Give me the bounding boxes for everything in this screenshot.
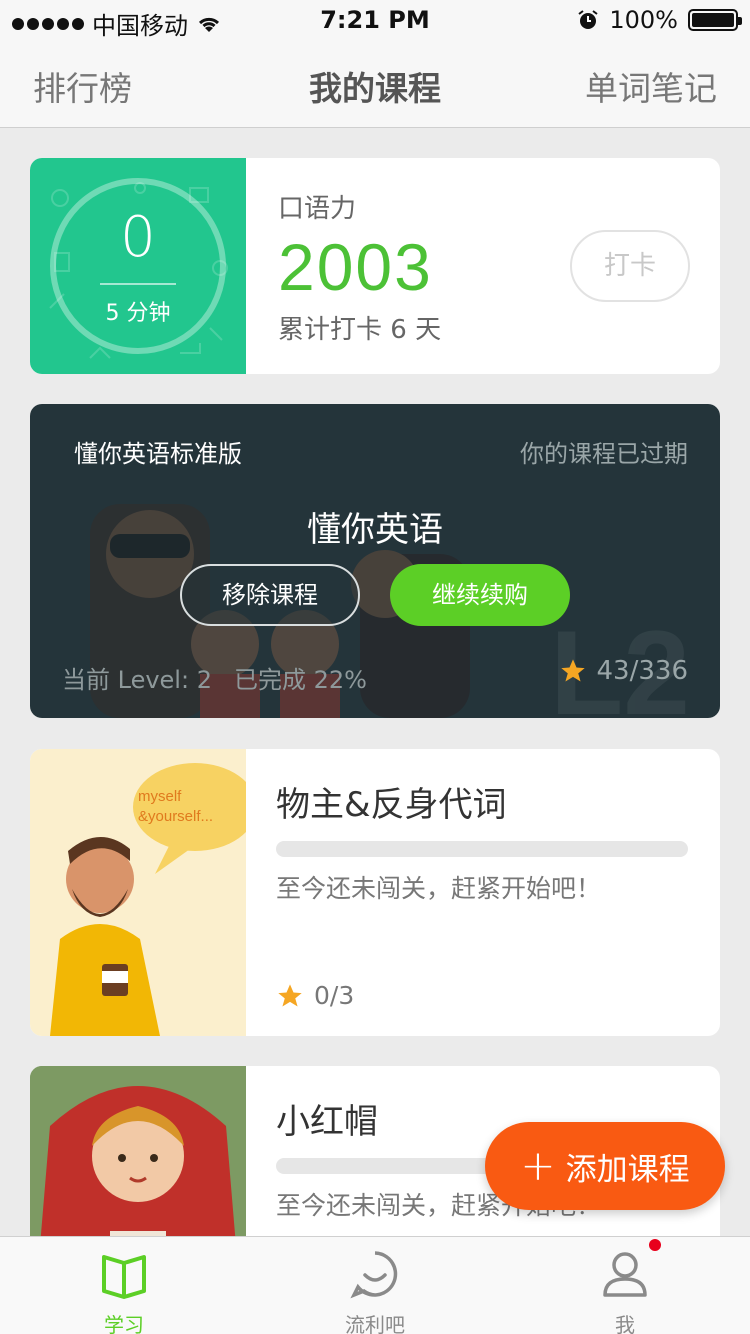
status-bar: 中国移动 7:21 PM 100% [0,0,750,40]
course-title: 懂你英语 [307,510,443,550]
bottom-tab-bar: 学习 流利吧 我 [0,1236,750,1334]
top-nav: 排行榜 我的课程 单词笔记 [0,40,750,128]
completed-percent: 已完成 22% [233,666,367,694]
book-icon [102,1255,146,1299]
ring-divider [100,283,176,285]
tab-word-notes[interactable]: 单词笔记 [585,62,717,110]
course-title: 物主&反身代词 [276,785,507,825]
tab-fluent-bar-label: 流利吧 [345,1313,405,1334]
tab-me-label: 我 [615,1313,635,1334]
renew-course-button[interactable]: 继续续购 [390,564,570,626]
speaking-score-label: 口语力 [278,194,357,224]
speaking-score-info: 口语力 2003 累计打卡 6 天 [278,188,441,346]
plus-icon: + [520,1141,556,1190]
star-count: 43/336 [559,656,688,686]
star-icon [278,983,302,1006]
add-course-label: 添加课程 [565,1151,690,1188]
course-edition: 懂你英语标准版 [74,440,242,468]
tab-study-label: 学习 [104,1313,144,1334]
speech-bubble-line-2: &yourself... [138,808,213,825]
course-star-count: 0/3 [276,981,354,1010]
course-star-value: 0/3 [314,981,355,1010]
add-course-button[interactable]: + 添加课程 [485,1122,725,1210]
status-right: 100% [577,6,742,34]
course-thumbnail: myself &yourself... [30,749,257,1036]
course-card[interactable]: myself &yourself... 物主&反身代词 至今还未闯关，赶紧开始吧… [30,749,720,1036]
checkin-days: 累计打卡 6 天 [278,315,442,345]
daily-minutes-value: 0 [120,205,156,270]
course-title: 小红帽 [276,1102,378,1142]
smile-chat-icon [350,1251,398,1299]
tab-fluent-bar[interactable]: 流利吧 [295,1237,455,1334]
course-progress-bar [276,841,688,857]
star-icon [560,659,585,682]
star-count-value: 43/336 [596,656,688,686]
bearded-man-illustration: myself &yourself... [50,763,257,1036]
remove-course-button[interactable]: 移除课程 [180,564,360,626]
battery-icon [688,9,742,31]
daily-goal-label: 5 分钟 [105,301,171,326]
expired-notice: 你的课程已过期 [520,440,688,468]
checkin-button[interactable]: 打卡 [570,230,690,302]
current-level: 当前 Level: 2 [62,666,212,694]
battery-percent: 100% [609,6,678,34]
checkin-card: 0 5 分钟 口语力 2003 累计打卡 6 天 打卡 [30,158,720,374]
battery-fill [692,13,734,27]
speech-bubble-line-1: myself [138,788,182,805]
tab-study[interactable]: 学习 [44,1237,204,1334]
alarm-icon [578,10,598,29]
person-icon [603,1252,647,1297]
speaking-score-value: 2003 [278,230,433,304]
course-status: 至今还未闯关，赶紧开始吧！ [276,874,602,903]
tab-me[interactable]: 我 [545,1237,705,1334]
expired-course-card[interactable]: L2 懂你英语标准版 你的课程已过期 懂你英语 移除课程 继续续购 当前 Lev… [30,404,720,718]
notification-dot [649,1239,661,1251]
level-progress: 当前 Level: 2 已完成 22% [62,660,389,695]
daily-goal-panel[interactable]: 0 5 分钟 [30,158,246,374]
